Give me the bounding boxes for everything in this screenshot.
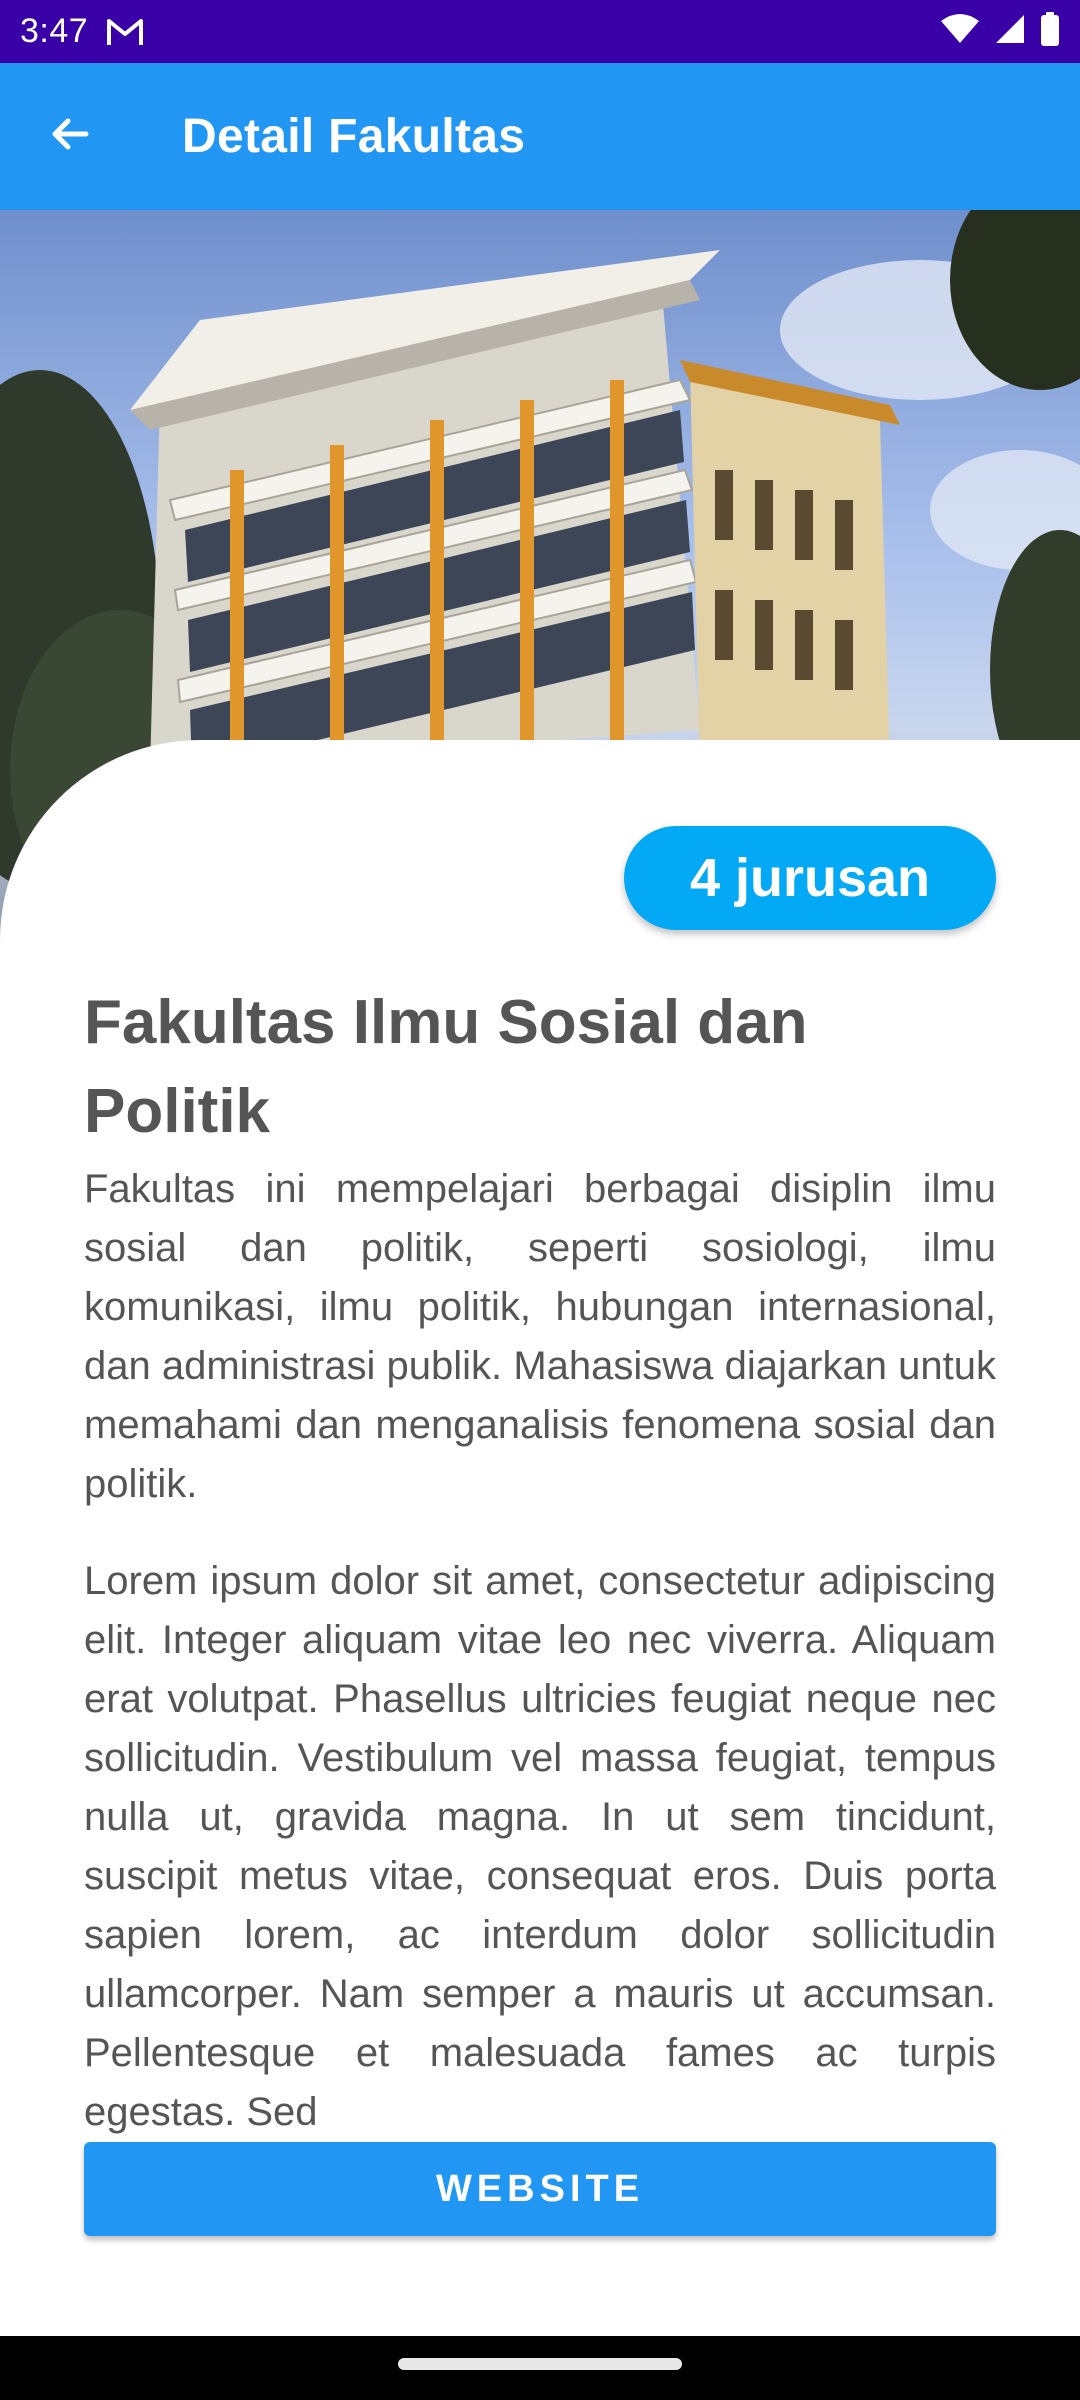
website-button[interactable]: WEBSITE <box>84 2142 996 2236</box>
department-count-badge: 4 jurusan <box>624 826 996 930</box>
wifi-icon <box>940 13 980 50</box>
app-bar: Detail Fakultas <box>0 63 1080 210</box>
system-nav-bar <box>0 2336 1080 2400</box>
status-time: 3:47 <box>20 12 89 50</box>
gmail-icon <box>106 17 144 47</box>
faculty-title: Fakultas Ilmu Sosial dan Politik <box>84 988 808 1146</box>
battery-icon <box>1040 12 1060 51</box>
back-button[interactable] <box>22 89 118 185</box>
signal-icon <box>994 13 1026 50</box>
page-title: Detail Fakultas <box>182 110 526 163</box>
faculty-detail-card: 4 jurusan Fakultas Ilmu Sosial dan Polit… <box>0 740 1080 2340</box>
faculty-description: Fakultas ini mempelajari berbagai disipl… <box>84 1167 996 1506</box>
screen: 3:47 Detail Fakultas 4 jurusan Fakultas … <box>0 0 1080 2400</box>
arrow-back-icon <box>46 110 94 163</box>
home-indicator[interactable] <box>398 2358 682 2370</box>
status-bar: 3:47 <box>0 0 1080 63</box>
status-icons <box>940 12 1060 51</box>
